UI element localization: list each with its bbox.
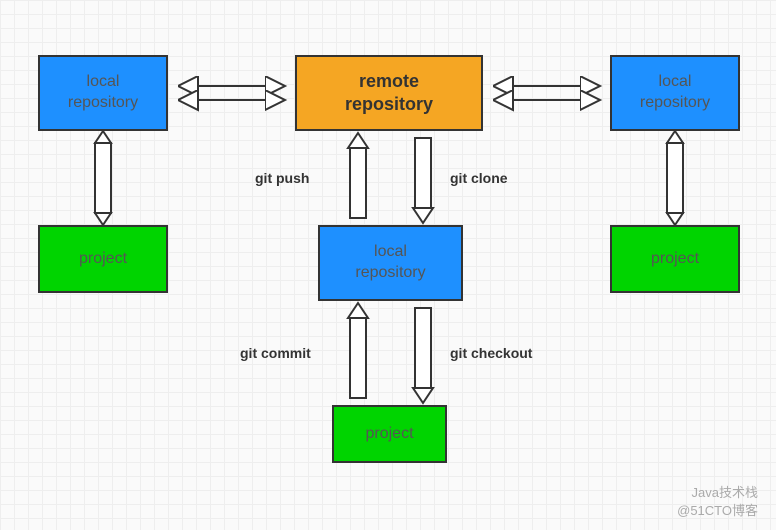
watermark-line1: Java技术栈: [677, 484, 758, 502]
edge-label-checkout: git checkout: [450, 345, 532, 361]
node-project-center: project: [332, 405, 447, 463]
node-remote-repo: remoterepository: [295, 55, 483, 131]
node-local-repo-left: localrepository: [38, 55, 168, 131]
node-local-repo-center: localrepository: [318, 225, 463, 301]
node-label: remoterepository: [345, 70, 433, 117]
arrow-git-push: [348, 133, 368, 218]
node-label: project: [365, 424, 413, 445]
arrow-local-left-project: [95, 131, 111, 225]
arrow-local-right-project: [667, 131, 683, 225]
node-label: project: [79, 249, 127, 270]
arrow-remote-local-right: [495, 86, 598, 100]
edge-label-commit: git commit: [240, 345, 311, 361]
node-local-repo-right: localrepository: [610, 55, 740, 131]
watermark-line2: @51CTO博客: [677, 502, 758, 520]
arrow-local-left-remote: [180, 86, 283, 100]
node-label: localrepository: [640, 72, 710, 114]
watermark: Java技术栈 @51CTO博客: [677, 484, 758, 520]
arrow-git-clone: [413, 138, 433, 223]
node-label: project: [651, 249, 699, 270]
node-project-right: project: [610, 225, 740, 293]
node-project-left: project: [38, 225, 168, 293]
node-label: localrepository: [355, 242, 425, 284]
edge-label-clone: git clone: [450, 170, 508, 186]
arrow-git-checkout: [413, 308, 433, 403]
arrow-git-commit: [348, 303, 368, 398]
node-label: localrepository: [68, 72, 138, 114]
edge-label-push: git push: [255, 170, 309, 186]
